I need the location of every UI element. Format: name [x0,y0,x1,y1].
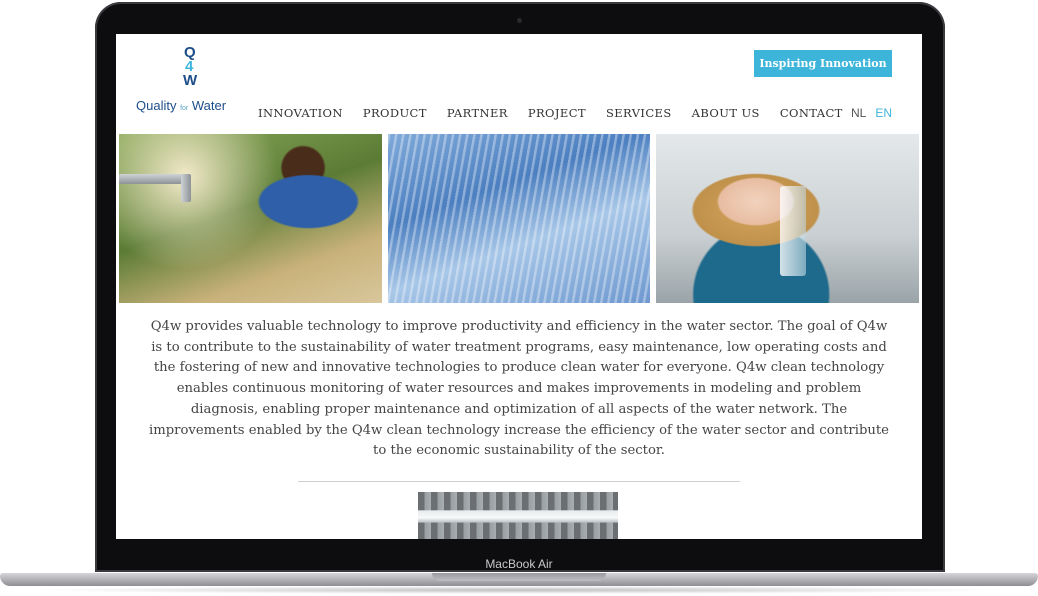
laptop-shadow [30,586,1008,594]
language-switcher: NL EN [851,106,901,120]
logo-word-water: Water [191,98,227,113]
logo-letter-w: W [183,72,198,89]
hero-photo-strip [119,134,920,303]
logo-word-quality: Quality [136,98,177,113]
laptop-notch [432,573,606,581]
tap-spout-shape [181,174,191,202]
nav-item-product[interactable]: PRODUCT [363,106,427,122]
photo-woman-with-glass [656,134,920,303]
nav-item-services[interactable]: SERVICES [606,106,672,122]
site-logo[interactable]: Q 4 W Quality for Water [136,44,246,113]
inspiring-innovation-button[interactable]: Inspiring Innovation [754,50,892,77]
nav-item-project[interactable]: PROJECT [528,106,586,122]
photo-filtration-equipment [418,492,618,539]
photo-water-flow [387,134,651,303]
intro-paragraph: Q4w provides valuable technology to impr… [148,319,889,459]
nav-item-innovation[interactable]: INNOVATION [258,106,343,122]
nav-item-about-us[interactable]: ABOUT US [692,106,760,122]
glass-shape [780,186,807,276]
main-nav: INNOVATION PRODUCT PARTNER PROJECT SERVI… [258,106,863,122]
nav-item-partner[interactable]: PARTNER [447,106,508,122]
camera-icon [517,18,522,23]
logo-wordmark: Quality for Water [136,98,266,113]
nav-item-contact[interactable]: CONTACT [780,106,843,122]
device-label: MacBook Air [485,557,553,571]
language-en-link[interactable]: EN [875,106,892,120]
browser-screen: Q 4 W Quality for Water Inspiring Innova… [116,34,922,539]
language-nl-link[interactable]: NL [851,106,866,120]
photo-child-at-tap [119,134,382,303]
section-divider [298,481,740,482]
logo-word-for: for [180,105,189,112]
